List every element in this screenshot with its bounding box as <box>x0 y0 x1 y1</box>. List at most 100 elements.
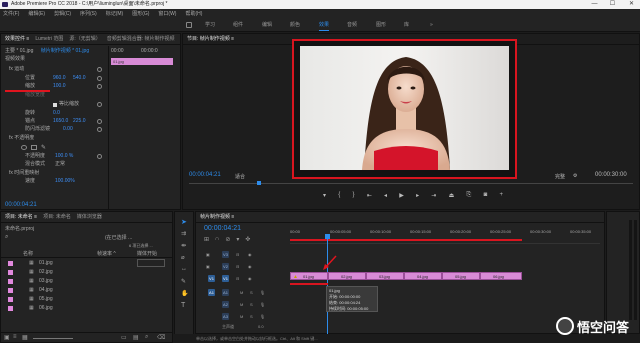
fx-time-remapping[interactable]: fx 时间重映射 <box>9 170 39 177</box>
search-icon[interactable]: ⌕ <box>5 234 8 241</box>
param-antiflicker-value[interactable]: 0.00 <box>63 126 73 133</box>
master-track-value[interactable]: 0.0 <box>258 324 264 329</box>
ripple-edit-icon[interactable]: ⇹ <box>181 242 186 249</box>
solo-button[interactable]: S <box>250 314 253 319</box>
param-anchor-y[interactable]: 225.0 <box>73 118 86 125</box>
tab-lumetri-scopes[interactable]: Lumetri 范围 <box>35 36 63 42</box>
tab-program-monitor[interactable]: 节目: 帧片制作视频 ≡ <box>187 36 234 42</box>
track-target-v3[interactable]: V3 <box>222 251 229 258</box>
new-bin-icon[interactable]: ▭ <box>121 334 127 341</box>
rectangle-mask-icon[interactable] <box>31 145 37 150</box>
menu-file[interactable]: 文件(F) <box>3 11 19 17</box>
track-target-v1[interactable]: V1 <box>222 275 229 282</box>
workspace-color[interactable]: 颜色 <box>290 19 300 32</box>
lock-icon[interactable]: ▣ <box>4 334 10 341</box>
mark-out-icon[interactable]: } <box>353 192 355 202</box>
sequence-clip-link[interactable]: 帧片制作视频 * 01.jpg <box>41 48 89 54</box>
menu-marker[interactable]: 标记(M) <box>106 11 124 17</box>
workspace-editing[interactable]: 编辑 <box>262 19 272 32</box>
track-target-a2[interactable]: A2 <box>222 301 229 308</box>
pen-mask-icon[interactable]: ✎ <box>41 144 46 151</box>
eye-icon[interactable]: ◉ <box>248 252 252 257</box>
reset-icon[interactable] <box>97 76 102 81</box>
workspace-learn[interactable]: 学习 <box>205 19 215 32</box>
eye-icon[interactable]: ◉ <box>248 264 252 269</box>
lift-icon[interactable]: ⏏ <box>449 192 455 202</box>
column-name[interactable]: 名称 <box>23 250 33 257</box>
track-target-a3[interactable]: A3 <box>222 313 229 320</box>
wrench-icon[interactable]: ⚙ <box>573 173 577 179</box>
work-area-bar[interactable] <box>290 239 522 241</box>
reset-icon[interactable] <box>97 119 102 124</box>
mute-button[interactable]: M <box>240 290 243 295</box>
column-frame-rate[interactable]: 帧速率 ^ <box>97 250 116 257</box>
mute-button[interactable]: M <box>240 302 243 307</box>
step-forward-icon[interactable]: ▸ <box>416 192 419 202</box>
tab-sequence[interactable]: 帧片制作视频 ≡ <box>200 214 234 220</box>
playhead-handle[interactable] <box>325 234 330 239</box>
source-patch-v1[interactable]: V1 <box>208 275 215 282</box>
razor-icon[interactable]: ⌀ <box>181 254 185 261</box>
go-to-out-icon[interactable]: ⇥ <box>431 192 436 202</box>
timeline-clip[interactable]: ▲ 01.jpg <box>290 272 328 280</box>
search-icon[interactable]: ⌕ <box>145 334 148 341</box>
go-to-in-icon[interactable]: ⇤ <box>367 192 372 202</box>
workspace-effects[interactable]: 效果 <box>319 19 330 32</box>
param-anchor-x[interactable]: 1650.0 <box>53 118 68 125</box>
list-item[interactable]: ▦ 02.jpg <box>1 268 161 277</box>
timeline-clip[interactable]: 03.jpg <box>366 272 404 280</box>
home-icon[interactable] <box>186 22 192 28</box>
timeline-clip[interactable]: 02.jpg <box>328 272 366 280</box>
timeline-clip[interactable]: 06.jpg <box>480 272 522 280</box>
nest-icon[interactable]: ⊞ <box>204 236 209 244</box>
program-video-frame[interactable] <box>292 39 517 179</box>
timeline-clip[interactable]: 04.jpg <box>404 272 442 280</box>
list-item[interactable]: ▦ 04.jpg <box>1 286 161 295</box>
param-rotation-value[interactable]: 0.0 <box>53 110 60 117</box>
button-editor-icon[interactable]: + <box>499 192 503 202</box>
fit-dropdown[interactable]: 适合 <box>235 173 245 180</box>
reset-icon[interactable] <box>97 127 102 132</box>
timeline-settings-icon[interactable]: ✜ <box>245 236 250 244</box>
program-timecode[interactable]: 00:00:04:21 <box>189 172 221 178</box>
zoom-slider[interactable] <box>33 338 73 339</box>
menu-clip[interactable]: 剪辑(C) <box>54 11 71 17</box>
mic-icon[interactable]: 🎙 <box>260 290 265 295</box>
param-scale-value[interactable]: 100.0 <box>53 83 66 90</box>
trash-icon[interactable]: ⌫ <box>157 334 165 341</box>
ec-clip-bar[interactable]: 01.jpg <box>111 58 173 65</box>
tab-audio-mixer[interactable]: 音频剪辑混合器: 帧片制作视频 <box>107 36 175 42</box>
solo-button[interactable]: S <box>250 302 253 307</box>
maximize-button[interactable]: ☐ <box>606 0 619 9</box>
minimize-button[interactable]: — <box>588 0 601 9</box>
step-back-icon[interactable]: ◂ <box>384 192 387 202</box>
tab-media-browser[interactable]: 媒体浏览器 <box>77 214 102 220</box>
hand-icon[interactable]: ✋ <box>181 290 188 297</box>
slip-icon[interactable]: ↔ <box>181 266 187 272</box>
blend-mode-select[interactable]: 正常 <box>55 161 65 168</box>
new-item-icon[interactable]: ▤ <box>133 334 139 341</box>
mic-icon[interactable]: 🎙 <box>260 302 265 307</box>
monitor-scrub-bar[interactable] <box>189 183 633 184</box>
tab-source[interactable]: 源:（无剪辑） <box>69 36 100 42</box>
type-tool-icon[interactable]: T <box>181 302 185 309</box>
eye-icon[interactable]: ◉ <box>248 276 252 281</box>
menu-window[interactable]: 窗口(W) <box>158 11 176 17</box>
track-target-a1[interactable]: A1 <box>222 289 229 296</box>
sync-lock-icon[interactable]: ⊟ <box>236 276 239 281</box>
add-marker-icon[interactable]: ▾ <box>236 236 239 244</box>
ellipse-mask-icon[interactable] <box>21 145 27 150</box>
quality-dropdown[interactable]: 完整 <box>555 173 565 180</box>
opacity-value[interactable]: 100.0 % <box>55 153 73 160</box>
list-view-icon[interactable]: ≡ <box>13 334 17 340</box>
timeline-clip[interactable]: 05.jpg <box>442 272 480 280</box>
workspace-audio[interactable]: 音频 <box>347 19 357 32</box>
linked-selection-icon[interactable]: ⊘ <box>225 236 230 244</box>
mute-button[interactable]: M <box>240 314 243 319</box>
menu-graphics[interactable]: 图形(G) <box>132 11 149 17</box>
snap-icon[interactable]: ∩ <box>215 236 219 244</box>
solo-button[interactable]: S <box>250 290 253 295</box>
menu-sequence[interactable]: 序列(S) <box>80 11 97 17</box>
mark-in-icon[interactable]: { <box>338 192 340 202</box>
source-patch-a1[interactable]: A1 <box>208 289 215 296</box>
